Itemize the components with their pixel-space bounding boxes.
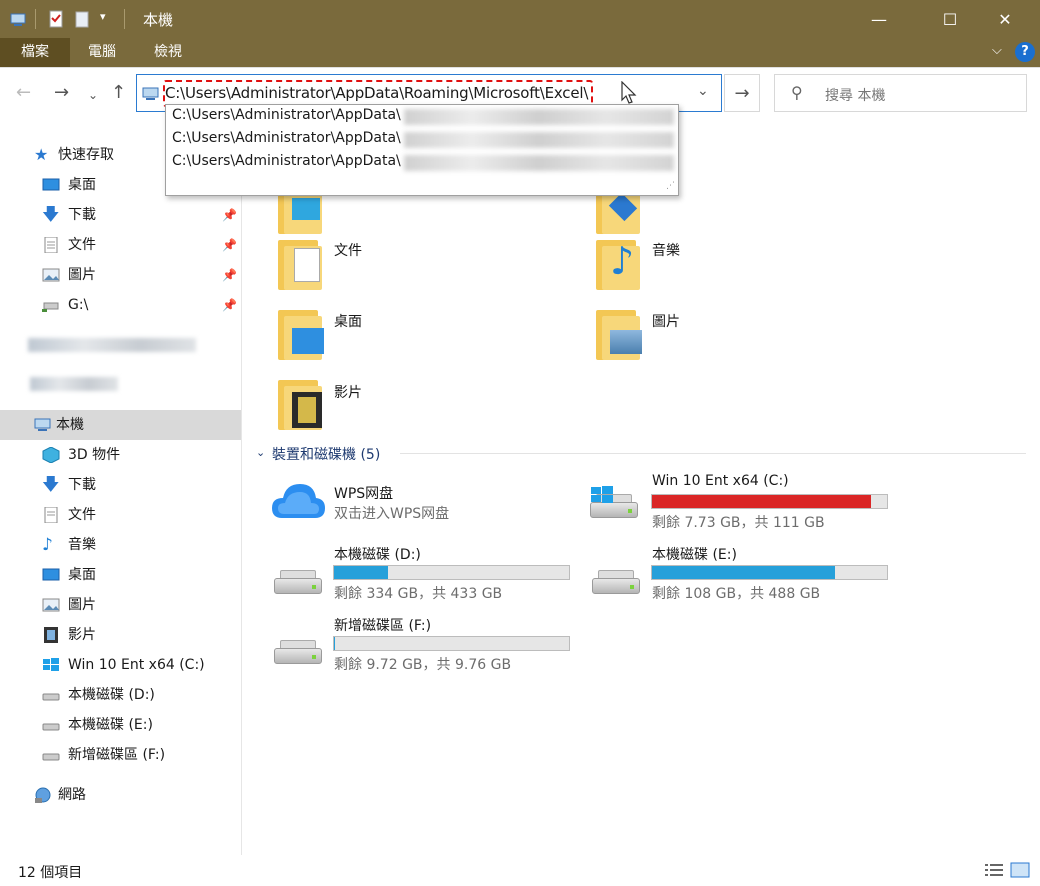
drive-icon — [42, 693, 60, 701]
drive-d-info: 剩餘 334 GB，共 433 GB — [334, 586, 503, 602]
item-count: 12 個項目 — [18, 865, 83, 881]
collapse-chevron-icon[interactable]: ⌄ — [256, 446, 265, 459]
this-pc-icon — [34, 418, 51, 431]
picture-icon — [42, 598, 60, 612]
folder-pictures-icon[interactable] — [596, 306, 642, 362]
maximize-button[interactable]: ☐ — [927, 0, 973, 38]
document-icon — [44, 507, 58, 523]
wps-drive-name[interactable]: WPS网盘 — [334, 483, 393, 503]
folder-videos-icon[interactable] — [278, 376, 324, 432]
suggestion-item[interactable]: C:\Users\Administrator\AppData\ — [172, 130, 401, 146]
address-highlight — [163, 80, 593, 107]
drive-icon — [42, 753, 60, 761]
properties-icon[interactable] — [48, 10, 64, 28]
search-box[interactable]: ⚲ 搜尋 本機 — [774, 74, 1027, 112]
expand-ribbon-icon[interactable]: ⌵ — [992, 43, 1002, 58]
star-icon: ★ — [34, 145, 49, 164]
forward-button[interactable]: → — [54, 82, 69, 103]
status-bar: 12 個項目 — [0, 855, 1040, 886]
drive-e-name[interactable]: 本機磁碟 (E:) — [652, 544, 737, 564]
mouse-cursor-icon — [621, 81, 637, 104]
drive-d-usage-bar — [333, 565, 570, 580]
desktop-icon — [42, 568, 60, 581]
cloud-icon[interactable] — [270, 480, 326, 522]
up-button[interactable]: ↑ — [111, 82, 126, 103]
pin-icon[interactable]: 📌 — [222, 208, 237, 222]
folder-label-pictures[interactable]: 圖片 — [652, 311, 680, 331]
drive-icon — [42, 723, 60, 731]
search-placeholder[interactable]: 搜尋 本機 — [825, 85, 885, 105]
ribbon: 檔案 電腦 檢視 ⌵ ? — [0, 38, 1040, 67]
folder-desktop-icon[interactable] — [278, 306, 324, 362]
address-autocomplete-dropdown: C:\Users\Administrator\AppData\ C:\Users… — [165, 104, 679, 196]
suggestion-item[interactable]: C:\Users\Administrator\AppData\ — [172, 153, 401, 169]
drive-f-info: 剩餘 9.72 GB，共 9.76 GB — [334, 657, 512, 673]
redacted-item[interactable] — [28, 338, 196, 352]
tab-view[interactable]: 檢視 — [138, 38, 198, 67]
document-icon — [44, 237, 58, 253]
address-dropdown-icon[interactable]: ⌄ — [697, 83, 709, 99]
section-header-devices[interactable]: 裝置和磁碟機 (5) — [272, 444, 380, 464]
download-icon: 🡇 — [42, 205, 60, 225]
film-icon — [44, 627, 58, 643]
go-button[interactable]: → — [724, 74, 760, 112]
details-view-icon[interactable] — [984, 861, 1004, 879]
redacted-text — [404, 132, 674, 148]
recent-locations-button[interactable]: ⌄ — [88, 88, 98, 102]
drive-f-usage-bar — [333, 636, 570, 651]
navigation-pane: ★ 快速存取 桌面 🡇 下載 📌 文件 📌 圖片 📌 G:\ 📌 本機 3D 物… — [0, 130, 242, 855]
suggestion-item[interactable]: C:\Users\Administrator\AppData\ — [172, 107, 401, 123]
this-pc-icon — [142, 87, 159, 100]
drive-c-usage-bar — [651, 494, 888, 509]
minimize-button[interactable]: — — [856, 0, 902, 38]
window-title: 本機 — [143, 11, 174, 29]
download-icon: 🡇 — [42, 475, 60, 495]
resize-grip-icon[interactable]: ⋰ — [666, 181, 675, 191]
divider — [35, 9, 36, 29]
redacted-text — [404, 155, 674, 171]
drive-icon[interactable] — [272, 568, 322, 598]
network-drive-icon — [42, 302, 59, 312]
drive-icon[interactable] — [590, 568, 640, 598]
windows-logo-icon — [43, 658, 59, 671]
drive-e-info: 剩餘 108 GB，共 488 GB — [652, 586, 821, 602]
folder-label-desktop[interactable]: 桌面 — [334, 311, 362, 331]
drive-c-info: 剩餘 7.73 GB，共 111 GB — [652, 515, 825, 531]
title-bar: ▾ 本機 — ☐ ✕ — [0, 0, 1040, 38]
redacted-item[interactable] — [30, 377, 118, 391]
music-note-icon: ♪ — [42, 535, 53, 555]
redacted-text — [404, 109, 674, 125]
folder-label-documents[interactable]: 文件 — [334, 240, 362, 260]
picture-icon — [42, 268, 60, 282]
folder-label-videos[interactable]: 影片 — [334, 382, 362, 402]
wps-drive-subtitle: 双击进入WPS网盘 — [334, 506, 450, 522]
back-button[interactable]: ← — [16, 82, 31, 103]
large-icons-view-icon[interactable] — [1010, 861, 1030, 879]
drive-icon[interactable] — [272, 638, 322, 668]
close-button[interactable]: ✕ — [982, 0, 1028, 38]
drive-c-name[interactable]: Win 10 Ent x64 (C:) — [652, 473, 789, 489]
this-pc-icon — [10, 13, 26, 26]
desktop-icon — [42, 178, 60, 191]
pin-icon[interactable]: 📌 — [222, 268, 237, 282]
folder-documents-icon[interactable] — [278, 236, 324, 292]
cube-icon — [42, 447, 60, 463]
network-icon — [35, 787, 51, 803]
windows-logo-icon — [591, 486, 613, 503]
tab-computer[interactable]: 電腦 — [72, 38, 132, 67]
new-folder-icon[interactable] — [74, 10, 90, 28]
search-icon: ⚲ — [791, 83, 803, 102]
folder-label-music[interactable]: 音樂 — [652, 240, 680, 260]
divider — [124, 9, 125, 29]
folder-music-icon[interactable]: ♪ — [596, 236, 642, 292]
section-divider — [400, 453, 1026, 454]
customize-toolbar-icon[interactable]: ▾ — [100, 10, 106, 23]
drive-e-usage-bar — [651, 565, 888, 580]
pin-icon[interactable]: 📌 — [222, 298, 237, 312]
pin-icon[interactable]: 📌 — [222, 238, 237, 252]
drive-f-name[interactable]: 新增磁碟區 (F:) — [334, 615, 431, 635]
tab-file[interactable]: 檔案 — [0, 38, 70, 67]
help-icon[interactable]: ? — [1015, 42, 1035, 62]
drive-d-name[interactable]: 本機磁碟 (D:) — [334, 544, 421, 564]
